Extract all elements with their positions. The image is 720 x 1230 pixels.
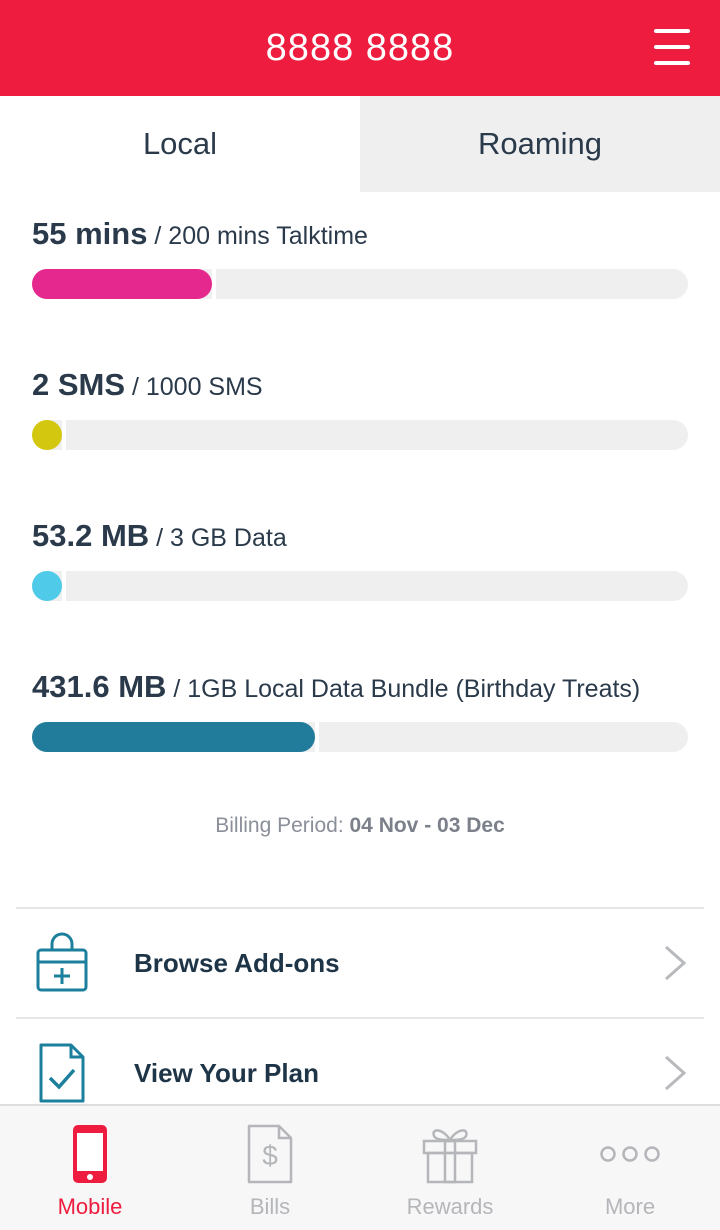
usage-progress-track [32,569,688,603]
usage-progress-track [32,418,688,452]
svg-text:$: $ [262,1140,278,1171]
bottom-navigation: Mobile $ Bills Rewards More [0,1104,720,1230]
nav-mobile-label: Mobile [57,1194,123,1219]
bill-dollar-icon: $ [247,1122,293,1186]
tab-roaming[interactable]: Roaming [360,96,720,192]
nav-more[interactable]: More [540,1106,720,1230]
data-bundle-usage: 431.6 MB / 1GB Local Data Bundle (Birthd… [32,669,688,754]
sms-usage: 2 SMS / 1000 SMS [32,367,688,452]
usage-total: / 200 mins Talktime [154,222,368,250]
browse-addons-row[interactable]: Browse Add-ons [16,909,704,1017]
usage-progress-fill [32,418,66,452]
nav-bills-label: Bills [249,1194,291,1219]
chevron-right-icon [665,1055,687,1091]
chevron-right-icon [665,945,687,981]
talktime-usage: 55 mins / 200 mins Talktime [32,216,688,301]
document-check-icon [34,1041,90,1105]
app-header: 8888 8888 [0,0,720,96]
usage-label: 431.6 MB / 1GB Local Data Bundle (Birthd… [32,669,688,705]
usage-used: 55 mins [32,216,148,251]
usage-progress-track [32,720,688,754]
billing-period: Billing Period: 04 Nov - 03 Dec [0,814,720,838]
usage-used: 53.2 MB [32,518,150,553]
data-usage: 53.2 MB / 3 GB Data [32,518,688,603]
billing-period-dates: 04 Nov - 03 Dec [349,814,505,837]
usage-progress-fill [32,720,320,754]
nav-bills[interactable]: $ Bills [180,1106,360,1230]
usage-progress-fill [32,267,217,301]
usage-total: / 1000 SMS [131,373,263,401]
view-plan-label: View Your Plan [134,1057,319,1088]
usage-used: 2 SMS [32,367,126,402]
mobile-phone-icon [72,1122,108,1186]
usage-label: 55 mins / 200 mins Talktime [32,216,688,252]
nav-rewards[interactable]: Rewards [360,1106,540,1230]
phone-number-title: 8888 8888 [265,26,455,69]
shopping-bag-plus-icon [34,931,90,995]
tab-local[interactable]: Local [0,96,360,192]
usage-progress-track [32,267,688,301]
usage-label: 53.2 MB / 3 GB Data [32,518,688,554]
usage-tabs: Local Roaming [0,96,720,192]
nav-rewards-label: Rewards [406,1194,494,1219]
nav-mobile[interactable]: Mobile [0,1106,180,1230]
hamburger-menu-icon[interactable] [654,29,690,65]
usage-progress-fill [32,569,66,603]
nav-more-label: More [604,1194,656,1219]
usage-label: 2 SMS / 1000 SMS [32,367,688,403]
usage-used: 431.6 MB [32,669,167,704]
gift-icon [421,1122,479,1186]
usage-total: / 1GB Local Data Bundle (Birthday Treats… [173,675,641,703]
billing-period-label: Billing Period: [215,814,344,837]
usage-total: / 3 GB Data [156,524,287,552]
more-dots-icon [599,1122,661,1186]
browse-addons-label: Browse Add-ons [134,947,340,978]
